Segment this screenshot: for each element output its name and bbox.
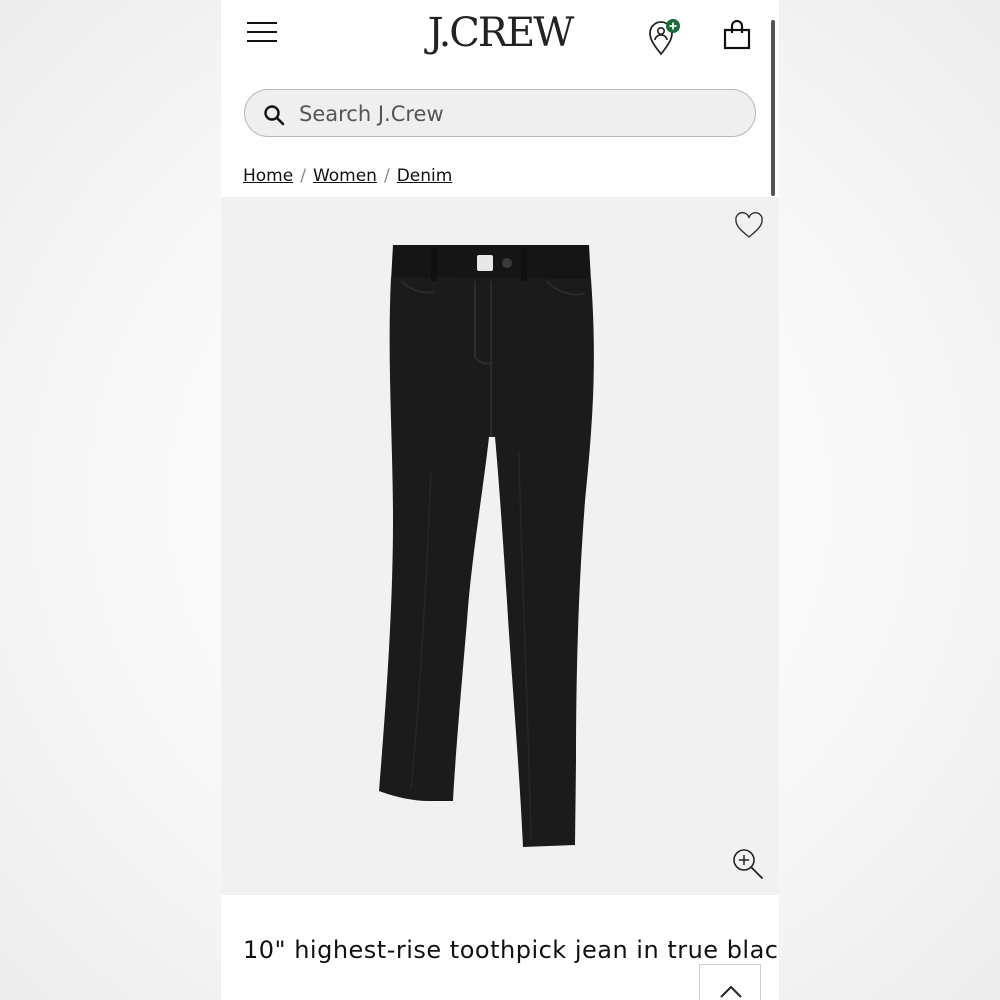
breadcrumb-women[interactable]: Women bbox=[313, 166, 377, 186]
zoom-button[interactable] bbox=[731, 847, 765, 881]
zoom-in-icon bbox=[733, 849, 763, 879]
search-input[interactable] bbox=[297, 98, 721, 130]
product-image-area[interactable] bbox=[221, 197, 779, 895]
scrollbar[interactable] bbox=[771, 20, 775, 196]
breadcrumb-denim[interactable]: Denim bbox=[397, 166, 453, 186]
logo[interactable]: J.CREW bbox=[221, 10, 779, 56]
breadcrumb-separator: / bbox=[383, 166, 390, 186]
black-jeans-image bbox=[379, 245, 594, 847]
breadcrumb-separator: / bbox=[300, 166, 306, 186]
search-bar[interactable] bbox=[244, 89, 756, 137]
back-to-top-button[interactable] bbox=[699, 964, 761, 1000]
store-location-pin-icon bbox=[649, 19, 680, 56]
shopping-bag-button[interactable] bbox=[721, 19, 755, 52]
search-icon bbox=[264, 105, 285, 126]
heart-icon bbox=[735, 211, 763, 238]
header: J.CREW bbox=[221, 0, 779, 196]
mobile-screen: J.CREW Home / Women / Denim bbox=[221, 0, 779, 1000]
wishlist-button[interactable] bbox=[733, 211, 765, 241]
product-title: 10" highest-rise toothpick jean in true … bbox=[243, 936, 779, 964]
breadcrumb-home[interactable]: Home bbox=[243, 166, 293, 186]
chevron-up-icon bbox=[720, 985, 742, 998]
store-locator-button[interactable] bbox=[647, 18, 683, 56]
breadcrumb: Home / Women / Denim bbox=[243, 166, 452, 186]
shopping-bag-icon bbox=[723, 19, 751, 50]
